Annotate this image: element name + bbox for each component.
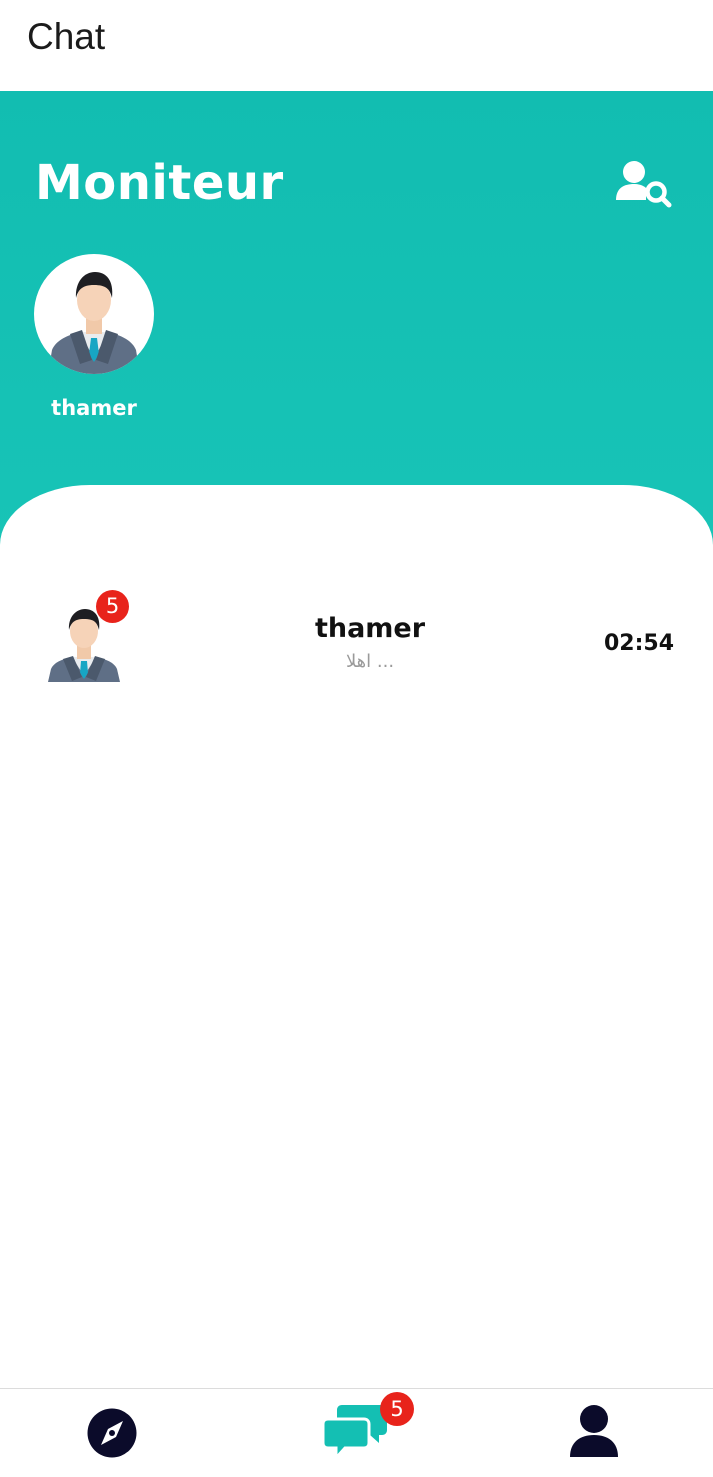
story-name: thamer xyxy=(51,396,137,420)
compass-icon xyxy=(87,1408,137,1458)
conversation-time: 02:54 xyxy=(603,631,674,656)
person-icon xyxy=(570,1405,618,1457)
nav-chat-button[interactable]: 5 xyxy=(306,1392,414,1469)
search-user-button[interactable] xyxy=(612,159,674,211)
nav-explore-button[interactable] xyxy=(62,1397,162,1469)
businessman-avatar-icon xyxy=(48,272,140,374)
nav-chat-badge: 5 xyxy=(380,1392,414,1426)
app-bar-title: Chat xyxy=(27,16,106,57)
story-avatar xyxy=(34,254,154,374)
story-item[interactable]: thamer xyxy=(34,254,154,420)
page-title: Moniteur xyxy=(35,155,284,211)
user-search-icon xyxy=(616,161,672,208)
conversation-list: 5 thamer اهلا ... 02:54 xyxy=(0,485,713,1388)
conversation-row[interactable]: 5 thamer اهلا ... 02:54 xyxy=(0,577,713,697)
nav-profile-button[interactable] xyxy=(545,1397,645,1469)
app-bar: Chat xyxy=(0,0,713,91)
bottom-navigation: 5 xyxy=(0,1388,713,1477)
